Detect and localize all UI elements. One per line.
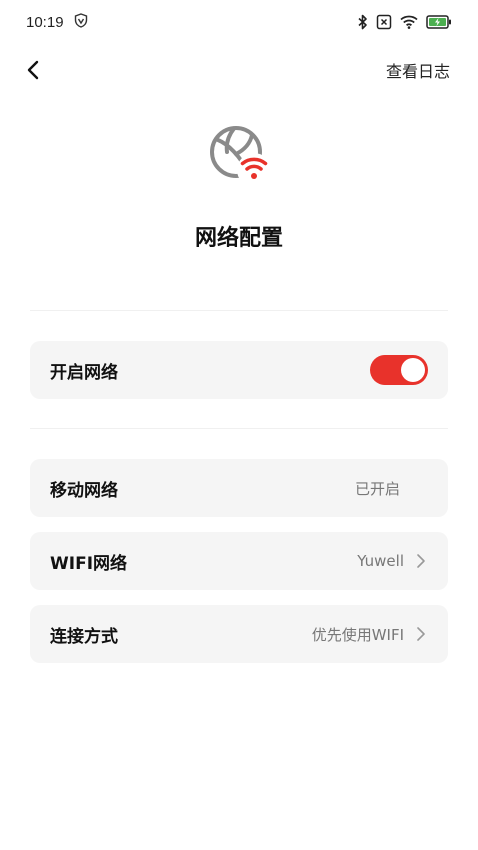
status-bar: 10:19 xyxy=(0,0,478,44)
bluetooth-icon xyxy=(358,14,368,30)
chevron-left-icon xyxy=(27,60,39,80)
wifi-network-row[interactable]: WIFI网络 Yuwell xyxy=(30,532,448,590)
connection-mode-value: 优先使用WIFI xyxy=(311,625,404,644)
back-button[interactable] xyxy=(18,55,48,85)
battery-charging-icon xyxy=(426,15,452,29)
page-title: 网络配置 xyxy=(194,226,283,251)
nav-bar: 查看日志 xyxy=(0,50,478,90)
connection-mode-row[interactable]: 连接方式 优先使用WIFI xyxy=(30,605,448,663)
wifi-network-label: WIFI网络 xyxy=(50,553,128,574)
view-log-link[interactable]: 查看日志 xyxy=(386,58,450,82)
sim-x-icon xyxy=(376,14,392,30)
chevron-right-icon xyxy=(417,627,425,641)
connection-mode-label: 连接方式 xyxy=(50,626,118,647)
status-left: 10:19 xyxy=(26,12,88,32)
wifi-icon xyxy=(400,15,418,29)
status-right xyxy=(358,14,452,30)
enable-network-row: 开启网络 xyxy=(30,341,448,399)
mobile-network-row: 移动网络 已开启 xyxy=(30,459,448,517)
vpn-shield-icon xyxy=(74,12,88,32)
globe-wifi-icon xyxy=(206,122,272,188)
chevron-right-icon xyxy=(417,554,425,568)
enable-network-toggle[interactable] xyxy=(370,355,428,385)
toggle-knob xyxy=(401,358,425,382)
status-time: 10:19 xyxy=(26,13,64,31)
divider xyxy=(30,428,448,429)
mobile-network-value: 已开启 xyxy=(354,479,400,498)
divider xyxy=(30,310,448,311)
enable-network-label: 开启网络 xyxy=(50,362,118,383)
mobile-network-label: 移动网络 xyxy=(50,480,118,501)
wifi-network-value: Yuwell xyxy=(357,552,404,570)
